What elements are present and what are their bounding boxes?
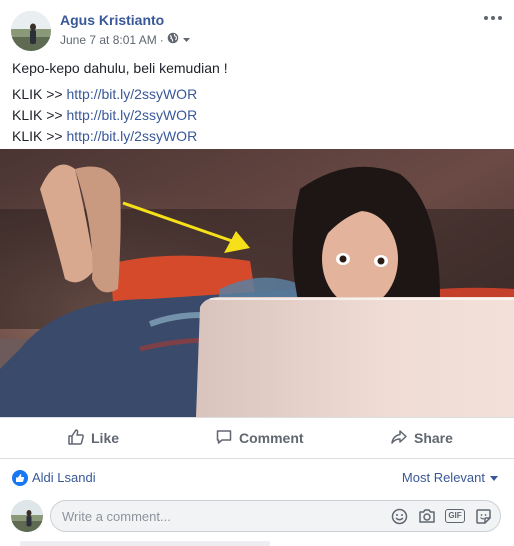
reaction-names[interactable]: Aldi Lsandi xyxy=(32,470,96,485)
comment-button[interactable]: Comment xyxy=(215,418,304,458)
post-meta: June 7 at 8:01 AM · xyxy=(60,32,191,47)
link-line: KLIK >> http://bit.ly/2ssyWOR xyxy=(12,84,502,105)
comment-composer: GIF xyxy=(0,497,514,537)
sort-label: Most Relevant xyxy=(401,470,485,485)
like-reaction-icon xyxy=(12,470,28,486)
comment-input[interactable] xyxy=(51,501,382,531)
post-text: Kepo-kepo dahulu, beli kemudian ! KLIK >… xyxy=(12,58,502,147)
reactions-row: Aldi Lsandi Most Relevant xyxy=(0,459,514,495)
audience-dropdown-icon[interactable] xyxy=(182,33,191,47)
comment-input-wrapper: GIF xyxy=(50,500,501,532)
post-link[interactable]: http://bit.ly/2ssyWOR xyxy=(66,107,197,123)
comment-icon xyxy=(215,428,233,449)
comment-sort-dropdown[interactable]: Most Relevant xyxy=(402,470,498,485)
meta-separator: · xyxy=(159,32,164,47)
current-user-avatar[interactable] xyxy=(11,500,43,532)
post-caption: Kepo-kepo dahulu, beli kemudian ! xyxy=(12,60,228,76)
share-icon xyxy=(390,428,408,449)
comment-label: Comment xyxy=(239,430,304,446)
like-label: Like xyxy=(91,430,120,446)
gif-icon[interactable]: GIF xyxy=(445,507,465,525)
post-action-bar: Like Comment Share xyxy=(0,417,514,459)
sticker-icon[interactable] xyxy=(474,507,492,525)
thumbs-up-icon xyxy=(67,428,85,449)
post-header: Agus Kristianto June 7 at 8:01 AM · xyxy=(0,0,514,56)
link-line: KLIK >> http://bit.ly/2ssyWOR xyxy=(12,126,502,147)
emoji-icon[interactable] xyxy=(390,507,408,525)
link-prefix: KLIK >> xyxy=(12,128,67,144)
share-button[interactable]: Share xyxy=(390,418,453,458)
like-button[interactable]: Like xyxy=(67,418,119,458)
next-comment-placeholder xyxy=(20,541,270,546)
post-timestamp[interactable]: June 7 at 8:01 AM xyxy=(60,33,157,47)
post-link[interactable]: http://bit.ly/2ssyWOR xyxy=(66,128,197,144)
comment-tools: GIF xyxy=(390,507,492,525)
link-prefix: KLIK >> xyxy=(12,86,67,102)
gif-label: GIF xyxy=(445,509,465,523)
author-avatar[interactable] xyxy=(11,11,51,51)
link-prefix: KLIK >> xyxy=(12,107,67,123)
share-label: Share xyxy=(414,430,453,446)
globe-icon xyxy=(167,32,179,47)
camera-icon[interactable] xyxy=(418,507,436,525)
more-options-button[interactable] xyxy=(482,10,504,26)
link-line: KLIK >> http://bit.ly/2ssyWOR xyxy=(12,105,502,126)
author-name[interactable]: Agus Kristianto xyxy=(60,12,164,28)
post-link[interactable]: http://bit.ly/2ssyWOR xyxy=(66,86,197,102)
post-photo[interactable] xyxy=(0,149,514,417)
caret-down-icon xyxy=(490,470,498,485)
